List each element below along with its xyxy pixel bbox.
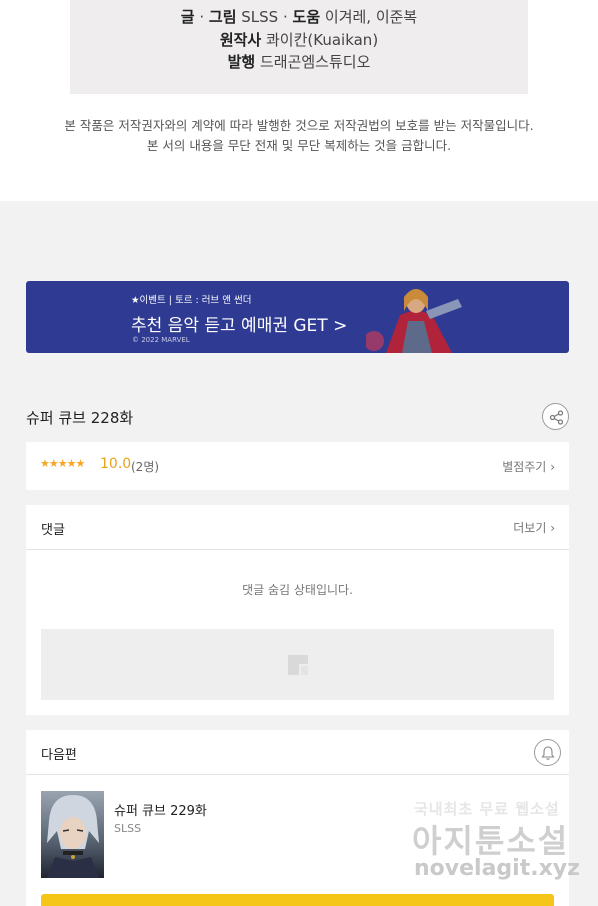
next-episode-author: SLSS: [114, 822, 142, 835]
character-thumbnail-image: [47, 795, 99, 878]
chevron-right-icon: ›: [550, 521, 555, 535]
copyright-line-1: 본 작품은 저작권자와의 계약에 따라 발행한 것으로 저작권법의 보호를 받는…: [64, 118, 534, 133]
rate-button-label: 별점주기: [502, 460, 547, 474]
credits-box: 글 · 그림 SLSS · 도움 이겨레, 이준복 원작사 콰이칸(Kuaika…: [70, 0, 528, 94]
share-icon: [549, 410, 564, 425]
banner-subtitle: ★이벤트 | 토르 : 러브 앤 썬더: [131, 295, 252, 306]
credit-value-original: 콰이칸(Kuaikan): [261, 30, 379, 49]
event-banner[interactable]: ★이벤트 | 토르 : 러브 앤 썬더 추천 음악 듣고 예매권 GET > ©…: [26, 281, 569, 353]
credit-label-original: 원작사: [219, 30, 262, 49]
next-episode-header: 다음편: [26, 730, 569, 775]
hero-image: [366, 289, 462, 353]
credit-label-publisher: 발행: [227, 53, 256, 71]
more-link-label: 더보기: [513, 521, 547, 535]
banner-legal: © 2022 MARVEL: [132, 336, 190, 344]
next-heading: 다음편: [41, 748, 77, 763]
ad-placeholder[interactable]: [41, 629, 554, 700]
notify-button[interactable]: [534, 739, 561, 766]
rating-stars: ★★★★★: [40, 457, 85, 470]
more-comments-link[interactable]: 더보기 ›: [513, 519, 555, 536]
credit-value-assist: 이겨레, 이준복: [320, 8, 418, 26]
credit-separator: ·: [278, 8, 293, 26]
credit-value-publisher: 드래곤엠스튜디오: [255, 53, 371, 71]
rating-score: 10.0: [100, 456, 132, 472]
rating-card: ★★★★★ 10.0 (2명) 별점주기 ›: [26, 442, 569, 490]
next-episode-thumbnail[interactable]: [41, 791, 104, 878]
credit-value-art: SLSS: [236, 8, 279, 26]
comment-header: 댓글 더보기 ›: [26, 505, 569, 550]
comment-card: 댓글 더보기 › 댓글 숨김 상태입니다.: [26, 505, 569, 715]
credit-line-original: 원작사 콰이칸(Kuaikan): [70, 29, 528, 52]
image-placeholder-icon: [288, 655, 308, 675]
credit-line-authors: 글 · 그림 SLSS · 도움 이겨레, 이준복: [70, 6, 528, 29]
copyright-line-2: 본 서의 내용을 무단 전재 및 무단 복제하는 것을 금합니다.: [146, 138, 452, 153]
rating-count: (2명): [131, 460, 160, 474]
credit-label-assist: 도움: [292, 8, 321, 26]
credit-label-story: 글: [180, 8, 195, 26]
copyright-notice: 본 작품은 저작권자와의 계약에 따라 발행한 것으로 저작권법의 보호를 받는…: [0, 116, 598, 156]
chevron-right-icon: ›: [550, 460, 555, 474]
bell-icon: [541, 746, 555, 760]
share-button[interactable]: [542, 403, 569, 430]
banner-headline: 추천 음악 듣고 예매권 GET >: [131, 316, 348, 336]
read-next-button[interactable]: [41, 894, 554, 906]
credit-line-publisher: 발행 드래곤엠스튜디오: [70, 51, 528, 74]
credit-label-art: 그림: [208, 8, 237, 26]
credits-section: 글 · 그림 SLSS · 도움 이겨레, 이준복 원작사 콰이칸(Kuaika…: [0, 0, 598, 201]
site-watermark: 국내최초 무료 웹소설 아지툰소설 novelagit.xyz: [412, 798, 582, 888]
episode-title: 슈퍼 큐브 228화: [26, 409, 134, 427]
credit-separator: ·: [194, 8, 209, 26]
rate-button[interactable]: 별점주기 ›: [502, 458, 555, 475]
next-episode-title[interactable]: 슈퍼 큐브 229화: [114, 800, 207, 819]
comment-heading: 댓글: [41, 523, 65, 538]
watermark-url: novelagit.xyz: [414, 856, 580, 881]
comments-hidden-message: 댓글 숨김 상태입니다.: [242, 583, 353, 597]
